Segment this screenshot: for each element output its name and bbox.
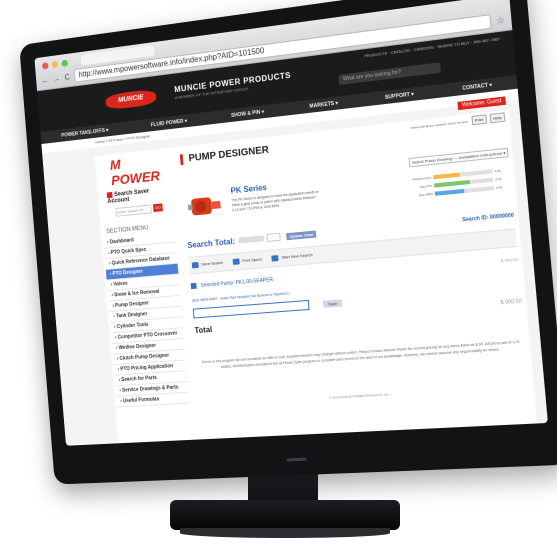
page-footer-area <box>119 443 539 446</box>
product-title: PK Series <box>230 182 268 196</box>
print-button[interactable]: Print <box>471 114 488 126</box>
part-number-input[interactable] <box>192 299 310 319</box>
total-price: $ 000.00 <box>500 298 522 307</box>
spec-bar-value: 0.00 <box>495 176 502 182</box>
nav-fluid-power[interactable]: FLUID POWER ▾ <box>151 118 188 128</box>
search-saver-label: Search Saver Account <box>107 188 150 205</box>
spec-bar-fill <box>433 172 460 180</box>
nav-support[interactable]: SUPPORT ▾ <box>385 91 414 101</box>
bookmark-star-icon[interactable]: ☆ <box>496 14 506 27</box>
minimize-window-button[interactable] <box>51 60 59 69</box>
save-part-button[interactable]: Save <box>322 298 343 308</box>
start-new-search-label: Start New Search <box>281 252 313 260</box>
monitor-stand-shadow <box>180 528 390 538</box>
content-area: M POWER Search Saver Account Enter Searc… <box>94 109 539 446</box>
maximize-window-button[interactable] <box>61 59 69 68</box>
nav-markets[interactable]: MARKETS ▾ <box>309 100 338 109</box>
scene: ← → C http://www.mpowersoftware.info/ind… <box>0 0 557 550</box>
close-window-button[interactable] <box>41 62 49 70</box>
nav-show-pin[interactable]: SHOW & PIN ▾ <box>231 109 264 119</box>
pump-drawing-select[interactable]: Select Pump Drawing — Installation Instr… <box>408 147 509 168</box>
web-page: MUNCIE MUNCIE POWER PRODUCTS A MEMBER OF… <box>37 30 548 446</box>
search-saver-account[interactable]: Search Saver Account <box>106 186 172 205</box>
site-search-input[interactable]: What are you looking for? <box>338 62 441 85</box>
monitor-bezel: ← → C http://www.mpowersoftware.info/ind… <box>19 0 557 485</box>
search-id-display: Search ID: 00000000 <box>461 212 515 224</box>
save-search-label: Save Search <box>201 259 224 267</box>
reload-icon[interactable]: C <box>64 72 70 81</box>
selected-pump-label[interactable]: Selected Pump: PK1-00-SEAPER <box>200 277 273 289</box>
search-id-row: Enter Search ID GO <box>115 202 173 217</box>
pump-image <box>187 197 221 216</box>
spec-bars: Displacement 0.00 Max PSI 0.00 Max RPM 0.00 <box>412 168 509 202</box>
spec-bar-label: Displacement <box>412 175 432 182</box>
monitor-screen: ← → C http://www.mpowersoftware.info/ind… <box>34 0 548 446</box>
save-icon <box>191 261 199 269</box>
remove-pump-icon[interactable] <box>190 282 197 290</box>
search-total-label: Search Total: <box>187 236 236 250</box>
spec-bar-fill <box>434 188 465 196</box>
quantity-field[interactable] <box>266 232 281 242</box>
search-total-value <box>238 235 265 244</box>
pricing-disclaimer: Prices in this program do not constitute… <box>201 339 521 370</box>
window-controls <box>41 59 69 70</box>
spec-bar-label: Max PSI <box>419 183 433 189</box>
power-indicator <box>286 457 307 462</box>
update-total-button[interactable]: Update Total <box>286 230 317 240</box>
total-label: Total <box>194 325 213 336</box>
spec-bar-value: 0.00 <box>495 185 503 190</box>
print-specs-button[interactable]: Print Specs <box>232 256 263 265</box>
muncie-logo[interactable]: MUNCIE <box>105 88 157 111</box>
section-menu: › Dashboard › PTO Quick Spec › Quick Refer… <box>103 231 190 408</box>
sidebar: M POWER Search Saver Account Enter Searc… <box>96 148 190 408</box>
spec-bar-label: Max RPM <box>418 191 433 198</box>
start-new-search-button[interactable]: Start New Search <box>271 252 313 262</box>
help-button[interactable]: Help <box>489 112 506 124</box>
print-specs-label: Print Specs <box>242 256 263 264</box>
monitor-stand-base <box>170 500 400 530</box>
new-search-icon <box>271 255 279 262</box>
back-arrow-icon[interactable]: ← <box>41 75 49 84</box>
spec-bar-fill <box>433 179 470 188</box>
spec-bar-value: 0.00 <box>494 168 502 174</box>
forward-arrow-icon[interactable]: → <box>53 74 61 83</box>
copyright: © 2014 MUNCIE POWER PRODUCTS, INC. <box>329 392 391 400</box>
search-id-input[interactable]: Enter Search ID <box>115 204 152 217</box>
m-power-logo: M POWER <box>109 156 161 189</box>
selected-pump-price: $ 000.00 <box>500 256 519 264</box>
print-icon <box>232 258 240 265</box>
save-search-button[interactable]: Save Search <box>191 259 224 269</box>
search-id-go-button[interactable]: GO <box>152 202 163 212</box>
nav-power-take-offs[interactable]: POWER TAKE-OFFS ▾ <box>61 127 109 138</box>
spec-bar-track <box>434 185 495 196</box>
nav-contact[interactable]: CONTACT ▾ <box>462 82 492 92</box>
